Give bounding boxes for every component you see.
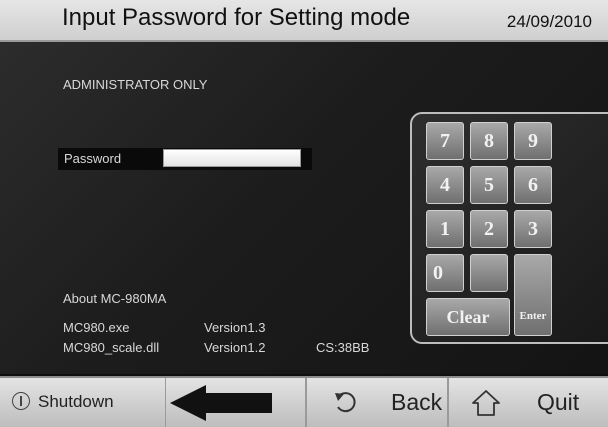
key-1[interactable]: 1 xyxy=(426,210,464,248)
footer-bar: Shutdown Back Quit xyxy=(0,376,608,427)
numeric-keypad: 7 8 9 4 5 6 1 2 3 0 Enter Clear xyxy=(410,112,608,344)
dll-file-name: MC980_scale.dll xyxy=(63,340,160,355)
header-bar: Input Password for Setting mode 24/09/20… xyxy=(0,0,608,42)
exe-file-version: Version1.3 xyxy=(204,320,266,335)
shutdown-label: Shutdown xyxy=(38,392,114,411)
enter-key[interactable]: Enter xyxy=(514,254,552,336)
key-4[interactable]: 4 xyxy=(426,166,464,204)
shutdown-button[interactable]: Shutdown xyxy=(0,378,166,427)
key-9[interactable]: 9 xyxy=(514,122,552,160)
date-display: 24/09/2010 xyxy=(506,12,592,31)
quit-button[interactable]: Quit xyxy=(448,378,608,427)
key-0[interactable]: 0 xyxy=(426,254,464,292)
dll-file-version: Version1.2 xyxy=(204,340,266,355)
quit-label: Quit xyxy=(537,389,580,415)
key-2[interactable]: 2 xyxy=(470,210,508,248)
page-title: Input Password for Setting mode xyxy=(62,4,411,31)
clear-key[interactable]: Clear xyxy=(426,298,510,336)
password-input[interactable] xyxy=(163,149,301,167)
empty-footer-button[interactable] xyxy=(166,378,306,427)
key-5[interactable]: 5 xyxy=(470,166,508,204)
key-blank[interactable] xyxy=(470,254,508,292)
admin-notice: ADMINISTRATOR ONLY xyxy=(63,77,208,92)
password-label: Password xyxy=(64,151,122,166)
power-icon xyxy=(12,392,30,410)
key-7[interactable]: 7 xyxy=(426,122,464,160)
key-8[interactable]: 8 xyxy=(470,122,508,160)
left-arrow-icon xyxy=(170,385,272,421)
password-row: Password xyxy=(58,148,312,170)
back-label: Back xyxy=(391,389,443,415)
main-panel: ADMINISTRATOR ONLY Password About MC-980… xyxy=(0,42,608,374)
checksum-label: CS:38BB xyxy=(316,340,370,355)
about-label: About MC-980MA xyxy=(63,291,167,306)
key-6[interactable]: 6 xyxy=(514,166,552,204)
back-button[interactable]: Back xyxy=(306,378,448,427)
home-icon xyxy=(472,390,500,416)
key-3[interactable]: 3 xyxy=(514,210,552,248)
undo-icon xyxy=(335,392,356,413)
exe-file-name: MC980.exe xyxy=(63,320,130,335)
setting-password-screen: Input Password for Setting mode 24/09/20… xyxy=(0,0,608,427)
